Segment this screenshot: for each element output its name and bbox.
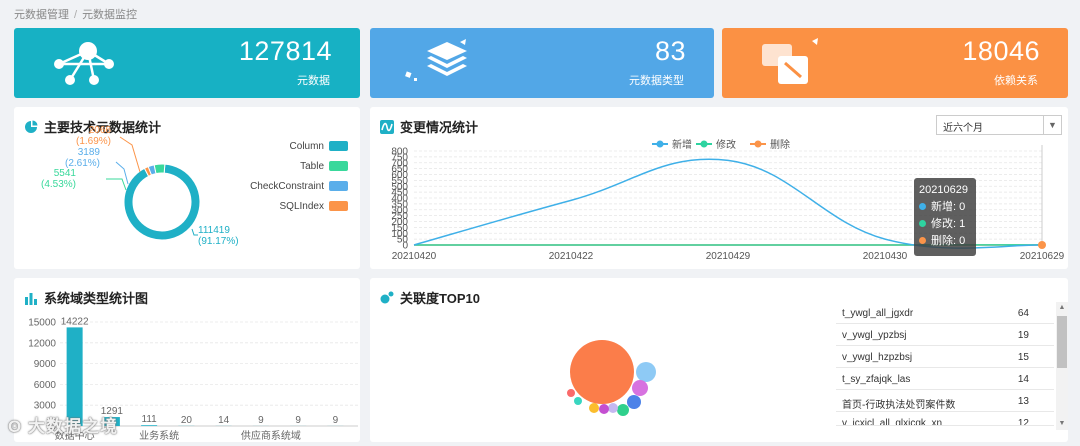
chat-edit-icon (762, 38, 818, 84)
stat-value: 127814 (238, 36, 332, 66)
breadcrumb-item[interactable]: 元数据管理 (14, 9, 69, 21)
pie-data-label: 111419 (198, 225, 230, 236)
stat-label: 元数据 (297, 75, 330, 87)
stat-label: 依赖关系 (994, 75, 1038, 87)
bar-data-label: 20 (181, 415, 193, 426)
y-tick-label: 6000 (34, 380, 57, 391)
watermark-logo: ʘ 大数据之境 (8, 417, 118, 436)
legend-label: CheckConstraint (250, 181, 324, 192)
pie-data-label: (91.17%) (198, 236, 239, 247)
tooltip-line: 新增: 0 (919, 199, 971, 216)
table-scrollbar[interactable]: ▲ ▼ (1056, 302, 1068, 430)
tech-metadata-panel: 主要技术元数据统计 111419 (91.17%) 5541 (4.53%) 3189(… (14, 107, 360, 269)
pie-data-label: 5541 (54, 168, 77, 179)
bar-data-label: 9 (295, 415, 301, 426)
y-tick-label: 3000 (34, 401, 57, 412)
legend-label: Column (290, 141, 324, 152)
breadcrumb: 元数据管理 / 元数据监控 (14, 6, 137, 22)
bubbles-icon (380, 291, 394, 303)
pie-label-line (115, 161, 129, 185)
table-row[interactable]: t_ywgl_all_jgxdr 64 (836, 302, 1054, 324)
x-tick-label: 供应商系统域 (241, 429, 301, 442)
y-tick-label: 9000 (34, 359, 57, 370)
chart-tooltip: 20210629 新增: 0 修改: 1 删除: 0 (914, 178, 976, 256)
breadcrumb-separator: / (74, 9, 78, 21)
bubble (570, 340, 634, 404)
x-tick-label: 20210429 (706, 251, 751, 262)
bar-data-label: 14 (218, 415, 230, 426)
scroll-down-icon[interactable]: ▼ (1056, 418, 1068, 430)
bubble (589, 403, 599, 413)
top10-table: t_ywgl_all_jgxdr 64 v_ywgl_ypzbsj 19 v_ywg… (836, 302, 1054, 426)
pie-label-line (119, 136, 141, 173)
bubble (617, 404, 629, 416)
pie-label-line (106, 178, 127, 191)
table-row[interactable]: v_ywgl_hzpzbsj 15 (836, 346, 1054, 368)
stat-value: 83 (654, 36, 686, 66)
x-tick-label: 20210629 (1020, 251, 1065, 262)
x-tick-label: 20210430 (863, 251, 908, 262)
layers-icon (405, 39, 467, 81)
bubble (627, 395, 641, 409)
legend-label: 新增 (672, 138, 692, 151)
table-row[interactable]: t_sy_zfajqk_las 14 (836, 368, 1054, 390)
stat-card-metadata-types[interactable]: 83 元数据类型 (370, 28, 714, 98)
bar-data-label: 111 (142, 414, 158, 425)
table-row[interactable]: v_ywgl_ypzbsj 19 (836, 324, 1054, 346)
pie-data-label: (4.53%) (41, 179, 76, 190)
stat-card-dependencies[interactable]: 18046 依赖关系 (722, 28, 1068, 98)
stat-label: 元数据类型 (629, 75, 684, 87)
bar-data-label: 14222 (61, 316, 89, 327)
y-tick-label: 15000 (28, 318, 56, 329)
tooltip-date: 20210629 (919, 184, 968, 196)
bar-data-label: 9 (258, 415, 264, 426)
tooltip-line: 删除: 0 (919, 233, 971, 250)
panel-title: 关联度TOP10 (380, 288, 480, 307)
table-row[interactable]: 首页-行政执法处罚案件数 13 (836, 390, 1054, 412)
x-tick-label: 业务系统 (139, 429, 179, 442)
legend-swatch (329, 161, 348, 171)
bubble (567, 389, 575, 397)
legend-swatch (329, 201, 348, 211)
pie-chart: 111419(91.17%) 5541(4.53%) 3189(2.61%) 2066… (41, 125, 348, 247)
legend-marker (700, 140, 708, 148)
bubble (608, 403, 618, 413)
scroll-thumb[interactable] (1057, 316, 1067, 368)
y-tick-label: 12000 (28, 338, 56, 349)
stat-card-metadata[interactable]: 127814 元数据 (14, 28, 360, 98)
legend-marker (754, 140, 762, 148)
legend-swatch (329, 141, 348, 151)
bubble-chart (567, 340, 656, 416)
bubble (636, 362, 656, 382)
legend-marker (656, 140, 664, 148)
bar-data-label: 9 (333, 415, 339, 426)
bar (141, 425, 158, 426)
tooltip-line: 修改: 1 (919, 216, 971, 233)
pie-slice (123, 163, 201, 241)
x-tick-label: 20210420 (392, 251, 437, 262)
legend-label: 删除 (770, 138, 790, 151)
pie-data-label: 3189 (78, 147, 101, 158)
bubble (574, 397, 582, 405)
x-tick-label: 20210422 (549, 251, 594, 262)
bubble (632, 380, 648, 396)
pie-data-label: (1.69%) (76, 136, 111, 147)
y-tick-label: 800 (391, 147, 408, 158)
table-row[interactable]: v_jcxjcl_all_glxjcqk_xn 12 (836, 412, 1054, 426)
legend-label: Table (300, 161, 324, 172)
legend-swatch (329, 181, 348, 191)
stat-value: 18046 (962, 36, 1040, 66)
legend-label: SQLIndex (280, 201, 324, 212)
pie-data-label: 2066 (89, 125, 112, 136)
hierarchy-icon (54, 42, 114, 85)
breadcrumb-item: 元数据监控 (82, 9, 138, 21)
pie-data-label: (2.61%) (65, 158, 100, 169)
scroll-up-icon[interactable]: ▲ (1056, 302, 1068, 314)
data-point (1038, 241, 1046, 249)
bubble (599, 404, 609, 414)
legend-label: 修改 (716, 138, 736, 151)
